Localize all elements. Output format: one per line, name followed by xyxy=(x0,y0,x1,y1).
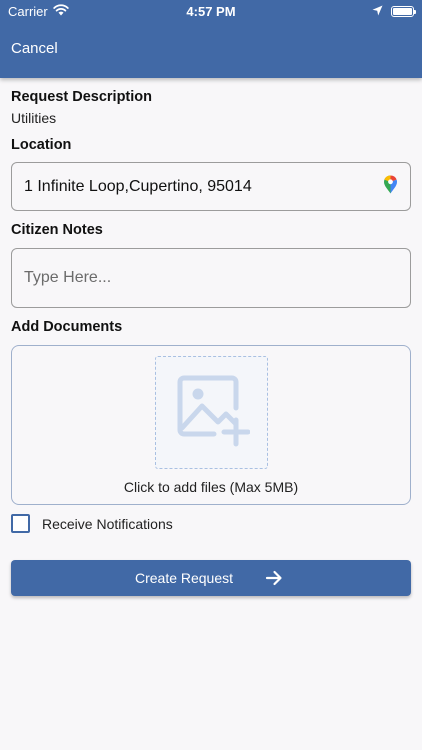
request-description-label: Request Description xyxy=(11,89,152,105)
location-label: Location xyxy=(11,137,72,153)
arrow-right-icon xyxy=(265,569,283,590)
documents-caption: Click to add files (Max 5MB) xyxy=(123,479,299,495)
citizen-notes-input[interactable]: Type Here... xyxy=(11,248,411,308)
add-image-icon xyxy=(174,372,250,453)
notifications-checkbox[interactable] xyxy=(11,514,30,533)
location-field[interactable]: 1 Infinite Loop,Cupertino, 95014 xyxy=(11,162,411,211)
citizen-notes-placeholder: Type Here... xyxy=(24,269,112,286)
cancel-button[interactable]: Cancel xyxy=(11,40,58,57)
status-time: 4:57 PM xyxy=(186,4,236,19)
notifications-label: Receive Notifications xyxy=(42,515,173,532)
add-file-target[interactable] xyxy=(155,356,268,469)
create-request-button[interactable]: Create Request xyxy=(11,560,411,596)
map-pin-icon[interactable] xyxy=(383,174,398,199)
request-description-value: Utilities xyxy=(11,110,57,126)
notifications-option[interactable]: Receive Notifications xyxy=(11,514,173,533)
location-value: 1 Infinite Loop,Cupertino, 95014 xyxy=(24,177,252,195)
add-documents-label: Add Documents xyxy=(11,319,123,335)
documents-dropzone[interactable]: Click to add files (Max 5MB) xyxy=(11,345,411,505)
battery-icon xyxy=(391,6,416,17)
status-right xyxy=(372,4,416,19)
status-bar: Carrier 4:57 PM xyxy=(0,0,422,22)
create-request-label: Create Request xyxy=(134,570,234,586)
location-arrow-icon xyxy=(372,4,383,19)
navigation-bar: Carrier 4:57 PM Cancel xyxy=(0,0,422,78)
citizen-notes-label: Citizen Notes xyxy=(11,222,103,238)
